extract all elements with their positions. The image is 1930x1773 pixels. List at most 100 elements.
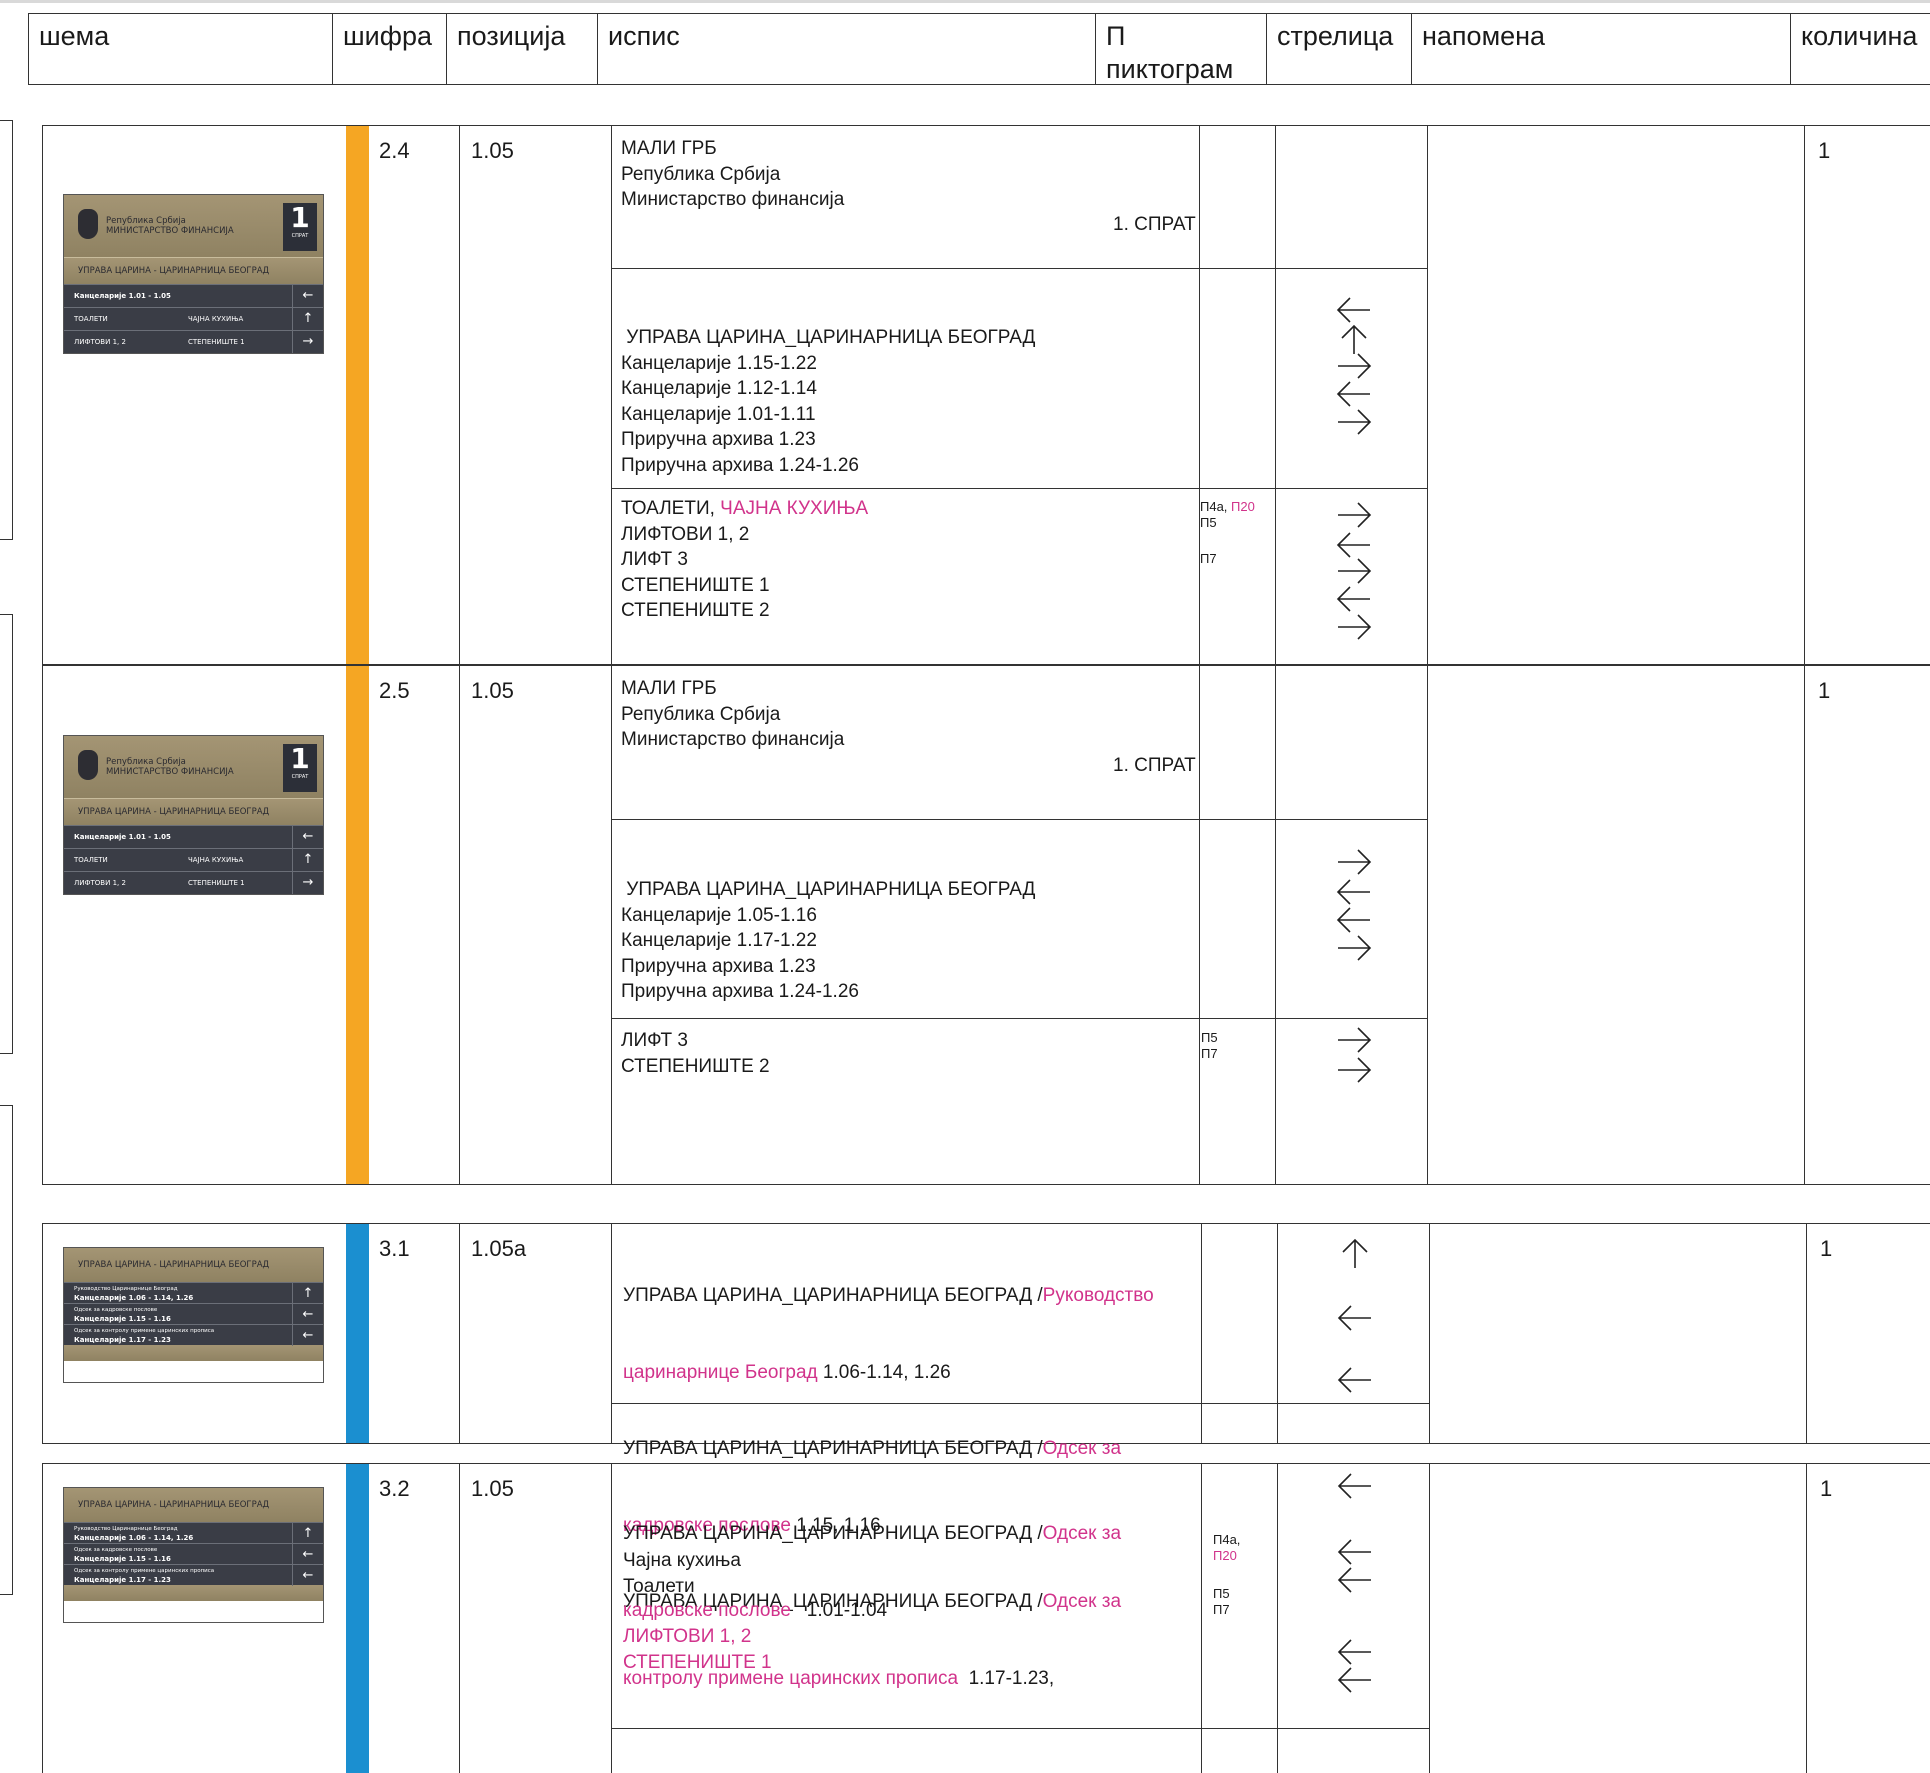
arrow-right-icon — [1338, 849, 1372, 875]
arrow-right-icon — [1338, 1057, 1372, 1083]
sign-republic: Република Србија — [106, 757, 186, 767]
arrow-left-icon — [1336, 381, 1370, 407]
position: 1.05a — [471, 1236, 527, 1261]
arrow-up-icon — [1341, 324, 1367, 354]
arrow-left-icon — [1336, 907, 1370, 933]
arrow-up-icon: ↑ — [292, 1523, 323, 1544]
row-2-4: Република Србија МИНИСТАРСТВО ФИНАНСИЈА 1… — [42, 125, 1930, 665]
header-position: позиција — [447, 14, 598, 84]
sign-row: Руководство Царинарнице Београд Канцелари… — [64, 1522, 323, 1544]
header-pictogram: П пиктограм — [1096, 14, 1267, 84]
arrow-left-icon: ← — [292, 1544, 323, 1565]
arrow-right-icon — [1338, 614, 1372, 640]
code: 3.1 — [379, 1236, 410, 1261]
pictogram-codes: П4а, П20 П5 П7 — [1200, 499, 1255, 566]
sign-header: Република Србија МИНИСТАРСТВО ФИНАНСИЈА 1… — [64, 736, 323, 798]
arrow-right-icon — [1338, 409, 1372, 435]
sign-uprava: УПРАВА ЦАРИНА - ЦАРИНАРНИЦА БЕОГРАД — [64, 1248, 323, 1282]
arrow-left-icon — [1337, 1539, 1371, 1565]
sign-row: Руководство Царинарнице Београд Канцелари… — [64, 1282, 323, 1304]
arrow-left-icon — [1337, 1473, 1371, 1499]
code: 2.4 — [379, 138, 410, 163]
arrow-left-icon — [1337, 1639, 1371, 1665]
sign-row: Канцеларије 1.01 - 1.05 ← — [64, 825, 323, 848]
code: 2.5 — [379, 678, 410, 703]
sign-row: Канцеларије 1.01 - 1.05 ← — [64, 284, 323, 307]
color-bar-blue — [346, 1464, 369, 1773]
sign-ministry: МИНИСТАРСТВО ФИНАНСИЈА — [106, 767, 234, 777]
header-code: шифра — [333, 14, 447, 84]
arrow-up-icon: ↑ — [292, 849, 323, 871]
sign-row: Одсек за кадровске послове Канцеларије 1.… — [64, 1543, 323, 1565]
sign-header: Република Србија МИНИСТАРСТВО ФИНАНСИЈА 1… — [64, 195, 323, 257]
sign-row: ЛИФТОВИ 1, 2 СТЕПЕНИШТЕ 1 → — [64, 871, 323, 894]
arrow-right-icon — [1338, 502, 1372, 528]
color-bar-blue — [346, 1224, 369, 1443]
code: 3.2 — [379, 1476, 410, 1501]
quantity: 1 — [1820, 1476, 1833, 1501]
arrow-left-icon — [1336, 532, 1370, 558]
arrow-left-icon: ← — [292, 1565, 323, 1586]
crest-icon — [78, 209, 98, 239]
header-text: испис — [598, 14, 1096, 84]
sign-uprava: УПРАВА ЦАРИНА - ЦАРИНАРНИЦА БЕОГРАД — [64, 798, 323, 825]
arrow-right-icon — [1338, 1027, 1372, 1053]
floor-badge: 1 СПРАТ — [283, 744, 317, 792]
arrow-right-icon — [1338, 558, 1372, 584]
arrow-left-icon: ← — [292, 285, 323, 307]
floor-label: 1. СПРАТ — [1113, 755, 1196, 776]
arrow-column-icons — [1336, 849, 1372, 961]
text-mid: УПРАВА ЦАРИНА_ЦАРИНАРНИЦА БЕОГРАД Канцела… — [621, 879, 1036, 1002]
page-edge-mark — [0, 1105, 13, 1595]
arrow-up-icon: ↑ — [292, 308, 323, 330]
text-bottom: ЛИФТ 3 СТЕПЕНИШТЕ 2 — [621, 1030, 770, 1077]
arrow-right-icon: → — [292, 331, 323, 353]
arrow-left-icon — [1337, 1367, 1371, 1393]
arrow-left-icon — [1336, 879, 1370, 905]
quantity: 1 — [1818, 138, 1831, 163]
arrow-column-icons — [1337, 1473, 1371, 1693]
header-arrow: стрелица — [1267, 14, 1412, 84]
sign-thumbnail: Република Србија МИНИСТАРСТВО ФИНАНСИЈА 1… — [63, 735, 324, 895]
arrow-column-icons — [1337, 1238, 1371, 1393]
arrow-left-icon: ← — [292, 826, 323, 848]
position: 1.05 — [471, 1476, 514, 1501]
arrow-left-icon — [1337, 1305, 1371, 1331]
arrow-column-icons — [1336, 502, 1372, 640]
arrow-right-icon — [1338, 353, 1372, 379]
sign-row: Одсек за кадровске послове Канцеларије 1.… — [64, 1303, 323, 1325]
text-mid: УПРАВА ЦАРИНА_ЦАРИНАРНИЦА БЕОГРАД Канцела… — [621, 327, 1036, 476]
sign-thumbnail: Република Србија МИНИСТАРСТВО ФИНАНСИЈА 1… — [63, 194, 324, 354]
sign-row: ТОАЛЕТИ ЧАЈНА КУХИЊА ↑ — [64, 848, 323, 871]
row-3-2: УПРАВА ЦАРИНА - ЦАРИНАРНИЦА БЕОГРАД Руко… — [42, 1463, 1930, 1773]
quantity: 1 — [1820, 1236, 1833, 1261]
row-2-5: Република Србија МИНИСТАРСТВО ФИНАНСИЈА 1… — [42, 665, 1930, 1185]
color-bar-orange — [346, 126, 369, 664]
text-top: МАЛИ ГРБ Република Србија Министарство фин… — [621, 678, 845, 750]
sign-ministry: МИНИСТАРСТВО ФИНАНСИЈА — [106, 226, 234, 236]
pictogram-codes: П5 П7 — [1201, 1030, 1218, 1061]
arrow-column-icons — [1338, 1027, 1372, 1083]
sign-row: ТОАЛЕТИ ЧАЈНА КУХИЊА ↑ — [64, 307, 323, 330]
sign-uprava: УПРАВА ЦАРИНА - ЦАРИНАРНИЦА БЕОГРАД — [64, 1488, 323, 1522]
floor-badge: 1 СПРАТ — [283, 203, 317, 251]
top-rule — [0, 0, 1930, 3]
floor-label: 1. СПРАТ — [1113, 214, 1196, 235]
text-vertical: ЛИФТОВИ 1, 2 СТЕПЕНИШТЕ 1 — [623, 1626, 772, 1673]
sign-row: Одсек за контролу примене царинских проп… — [64, 1564, 323, 1586]
row-3-1: УПРАВА ЦАРИНА - ЦАРИНАРНИЦА БЕОГРАД Руко… — [42, 1223, 1930, 1689]
header-schema: шема — [29, 14, 333, 84]
arrow-up-icon — [1342, 1238, 1368, 1268]
header-quantity: количина — [1801, 21, 1918, 51]
arrow-column-icons — [1336, 297, 1372, 435]
spec-page: шема шифра позиција испис П пиктограм ст… — [0, 0, 1930, 1773]
header-table: шема шифра позиција испис П пиктограм ст… — [28, 13, 1930, 85]
text-bottom: ТОАЛЕТИ, ЧАЈНА КУХИЊА ЛИФТОВИ 1, 2 ЛИФТ 3… — [621, 498, 869, 621]
arrow-left-icon — [1336, 586, 1370, 612]
arrow-left-icon — [1337, 1567, 1371, 1593]
sign-uprava: УПРАВА ЦАРИНА - ЦАРИНАРНИЦА БЕОГРАД — [64, 257, 323, 284]
position: 1.05 — [471, 678, 514, 703]
arrow-right-icon: → — [292, 872, 323, 894]
arrow-up-icon: ↑ — [292, 1283, 323, 1304]
arrow-right-icon — [1338, 935, 1372, 961]
